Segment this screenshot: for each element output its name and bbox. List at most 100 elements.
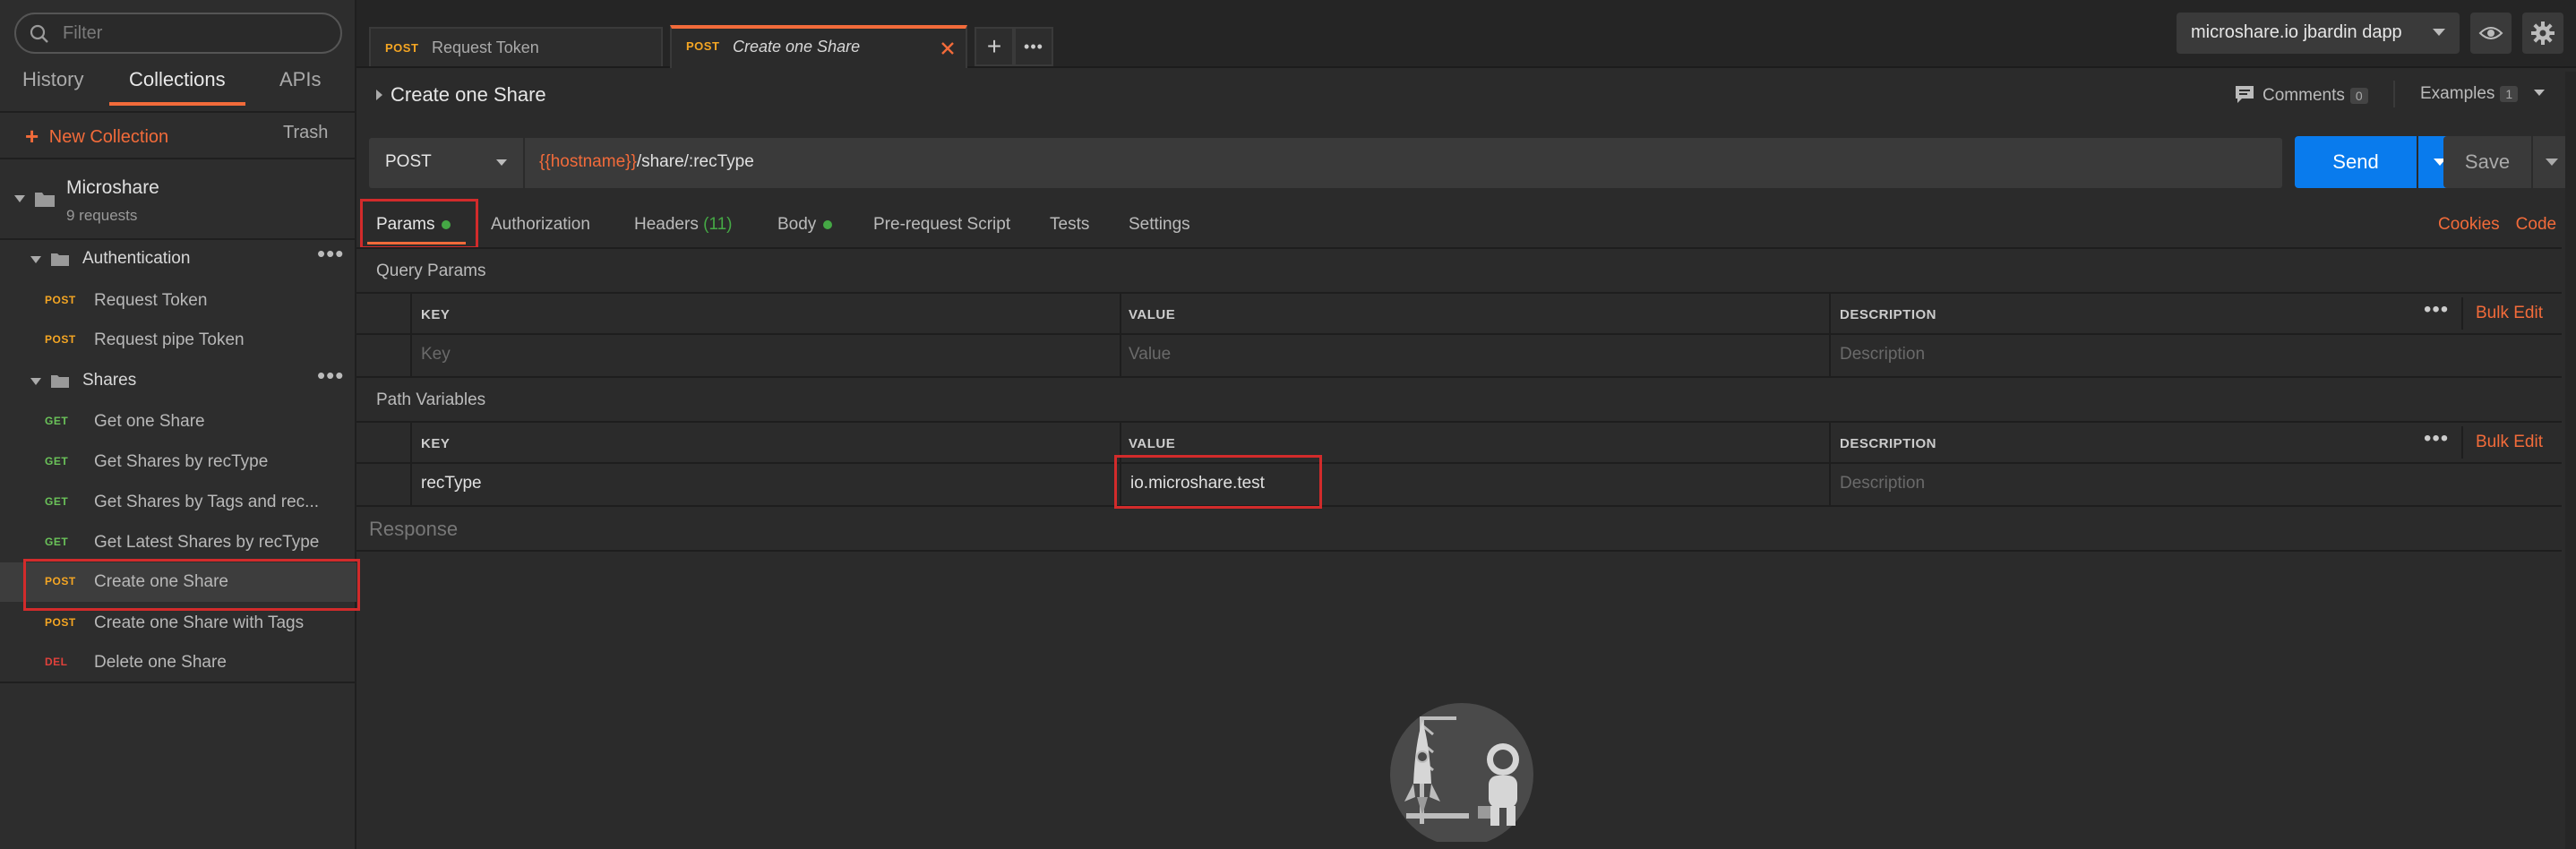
environment-select[interactable]: microshare.io jbardin dapp — [2177, 13, 2460, 54]
description-input[interactable]: Description — [1840, 345, 1925, 364]
table-border — [2461, 426, 2463, 459]
folder-authentication[interactable]: Authentication ••• — [0, 240, 356, 279]
column-header-key: KEY — [421, 436, 451, 451]
request-item[interactable]: POST Request pipe Token — [0, 321, 356, 360]
sidebar: Filter History Collections APIs + New Co… — [0, 0, 356, 849]
code-link[interactable]: Code — [2516, 215, 2556, 234]
folder-icon — [51, 253, 69, 266]
caret-down-icon — [14, 195, 25, 202]
table-border — [356, 421, 2562, 423]
trash-button[interactable]: Trash — [283, 123, 328, 143]
folder-icon — [51, 375, 69, 388]
request-item[interactable]: POST Request Token — [0, 281, 356, 321]
tab-create-one-share[interactable]: POST Create one Share — [670, 25, 967, 68]
divider — [356, 247, 2562, 249]
table-border — [410, 421, 412, 507]
table-border — [356, 376, 2562, 378]
tab-history[interactable]: History — [22, 68, 83, 91]
request-name: Get Shares by recType — [94, 452, 269, 471]
method-badge: POST — [686, 39, 720, 53]
send-button[interactable]: Send — [2295, 136, 2417, 188]
method-label: POST — [385, 152, 432, 171]
query-params-title: Query Params — [376, 262, 486, 280]
url-variable: {{hostname}} — [539, 152, 637, 171]
highlight-box — [360, 199, 478, 249]
table-border — [1829, 292, 1831, 378]
more-icon[interactable]: ••• — [317, 362, 344, 390]
request-item[interactable]: DEL Delete one Share — [0, 643, 356, 682]
bulk-edit-link[interactable]: Bulk Edit — [2476, 304, 2543, 323]
close-icon[interactable] — [940, 41, 955, 56]
request-item[interactable]: GET Get Shares by Tags and rec... — [0, 483, 356, 522]
url-input[interactable]: {{hostname}}/share/:recType — [525, 138, 2282, 188]
more-icon[interactable]: ••• — [2424, 297, 2449, 322]
request-title: Create one Share — [391, 83, 546, 106]
request-item[interactable]: GET Get one Share — [0, 402, 356, 442]
tab-body[interactable]: Body — [777, 215, 833, 235]
plus-icon: + — [25, 123, 39, 150]
key-input[interactable]: recType — [421, 474, 482, 493]
path-variables-title: Path Variables — [376, 390, 486, 409]
method-badge: GET — [45, 536, 69, 548]
more-icon[interactable]: ••• — [317, 240, 344, 268]
method-badge: GET — [45, 415, 69, 427]
tab-headers[interactable]: Headers (11) — [634, 215, 733, 235]
cookies-link[interactable]: Cookies — [2438, 215, 2500, 234]
url-path: /share/:recType — [636, 152, 754, 171]
comments-button[interactable]: Comments 0 — [2234, 84, 2368, 106]
tab-request-token[interactable]: POST Request Token — [369, 27, 663, 66]
request-item[interactable]: GET Get Shares by recType — [0, 442, 356, 482]
divider — [0, 111, 356, 113]
tab-authorization[interactable]: Authorization — [491, 215, 590, 235]
table-border — [356, 462, 2562, 464]
column-header-description: DESCRIPTION — [1840, 307, 1937, 322]
method-select[interactable]: POST — [369, 138, 523, 188]
divider — [356, 550, 2562, 552]
tab-apis[interactable]: APIs — [279, 68, 321, 91]
description-input[interactable]: Description — [1840, 474, 1925, 493]
chevron-down-icon — [496, 159, 507, 166]
method-badge: POST — [45, 616, 76, 629]
eye-icon — [2478, 27, 2503, 39]
folder-shares[interactable]: Shares ••• — [0, 362, 356, 401]
save-options-button[interactable] — [2531, 136, 2569, 188]
new-collection-button[interactable]: + New Collection — [25, 123, 168, 150]
divider — [0, 158, 356, 159]
method-badge: POST — [45, 333, 76, 346]
save-button[interactable]: Save — [2443, 136, 2531, 188]
request-item[interactable]: GET Get Latest Shares by recType — [0, 523, 356, 562]
value-input[interactable]: Value — [1129, 345, 1171, 364]
tab-collections[interactable]: Collections — [129, 68, 226, 91]
tab-settings[interactable]: Settings — [1129, 215, 1190, 235]
filter-input[interactable]: Filter — [14, 13, 342, 54]
comment-icon — [2236, 86, 2254, 103]
environment-quick-look-button[interactable] — [2470, 13, 2512, 54]
key-input[interactable]: Key — [421, 345, 451, 364]
gear-icon — [2531, 21, 2555, 45]
bulk-edit-link[interactable]: Bulk Edit — [2476, 433, 2543, 452]
method-badge: DEL — [45, 656, 68, 668]
new-tab-button[interactable]: + — [975, 27, 1014, 66]
table-border — [410, 292, 412, 378]
examples-button[interactable]: Examples 1 — [2420, 84, 2545, 104]
new-collection-label: New Collection — [48, 127, 169, 147]
tab-tests[interactable]: Tests — [1050, 215, 1089, 235]
request-name: Request Token — [94, 291, 208, 310]
divider — [0, 682, 356, 683]
request-name: Get one Share — [94, 412, 205, 431]
collection-header[interactable] — [0, 161, 356, 238]
request-name: Get Shares by Tags and rec... — [94, 493, 320, 511]
tab-pre-request-script[interactable]: Pre-request Script — [873, 215, 1010, 235]
chevron-down-icon — [2533, 90, 2545, 96]
rocket-illustration — [1390, 703, 1533, 842]
folder-name: Authentication — [82, 249, 191, 268]
method-badge: POST — [385, 41, 419, 55]
scrollbar[interactable] — [2565, 72, 2576, 849]
more-icon[interactable]: ••• — [2424, 426, 2449, 451]
tab-options-button[interactable]: ••• — [1014, 27, 1053, 66]
headers-count: (11) — [703, 215, 733, 234]
environment-settings-button[interactable] — [2522, 13, 2563, 54]
caret-right-icon[interactable] — [376, 90, 382, 100]
more-icon: ••• — [1024, 38, 1043, 56]
environment-label: microshare.io jbardin dapp — [2191, 22, 2402, 42]
